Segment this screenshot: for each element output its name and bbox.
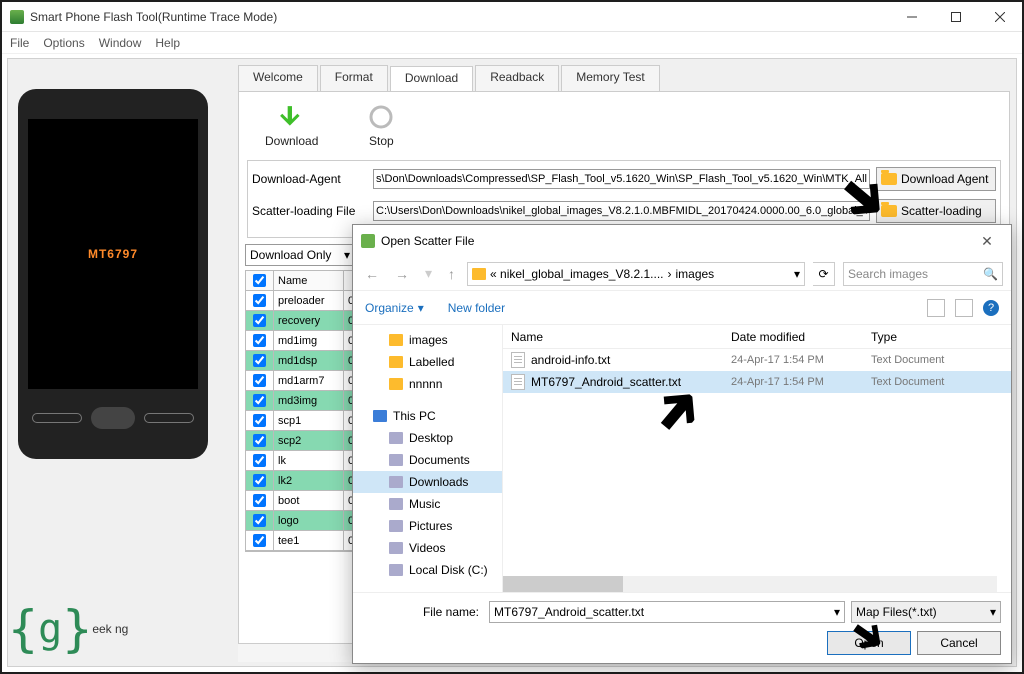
menu-bar: File Options Window Help [2, 32, 1022, 54]
search-icon: 🔍 [983, 267, 998, 281]
folder-icon [881, 205, 897, 217]
tab-format[interactable]: Format [320, 65, 388, 91]
column-date[interactable]: Date modified [723, 330, 863, 344]
nav-forward-button[interactable]: → [391, 264, 413, 284]
chevron-down-icon[interactable]: ▾ [794, 267, 800, 281]
cancel-button[interactable]: Cancel [917, 631, 1001, 655]
view-mode-button[interactable] [927, 299, 945, 317]
scatter-file-label: Scatter-loading File [252, 204, 367, 218]
filename-label: File name: [363, 605, 483, 619]
dialog-close-button[interactable]: ✕ [971, 233, 1003, 250]
nav-up-button[interactable]: ↑ [444, 264, 459, 284]
tab-memorytest[interactable]: Memory Test [561, 65, 659, 91]
menu-file[interactable]: File [10, 36, 29, 50]
scatter-file-input[interactable] [373, 201, 870, 221]
tree-item[interactable]: This PC [353, 405, 502, 427]
filename-input[interactable]: MT6797_Android_scatter.txt ▾ [489, 601, 845, 623]
main-tabs: Welcome Format Download Readback Memory … [238, 65, 662, 91]
tab-download[interactable]: Download [390, 66, 473, 92]
path-breadcrumb[interactable]: « nikel_global_images_V8.2.1.... › image… [467, 262, 805, 286]
tree-item[interactable]: Videos [353, 537, 502, 559]
folder-icon [472, 268, 486, 280]
horizontal-scrollbar[interactable] [503, 576, 997, 592]
stop-icon [368, 104, 394, 130]
download-agent-label: Download-Agent [252, 172, 367, 186]
search-input[interactable]: Search images 🔍 [843, 262, 1003, 286]
download-agent-button[interactable]: Download Agent [876, 167, 996, 191]
tree-item[interactable]: nnnnn [353, 373, 502, 395]
phone-home-icon [91, 407, 135, 429]
grid-checkall[interactable] [246, 271, 274, 291]
chevron-down-icon: ▾ [344, 248, 350, 262]
file-row[interactable]: android-info.txt24-Apr-17 1:54 PMText Do… [503, 349, 1011, 371]
watermark-logo: {g}eek ng [8, 600, 128, 658]
menu-window[interactable]: Window [99, 36, 142, 50]
column-name[interactable]: Name [503, 330, 723, 344]
column-type[interactable]: Type [863, 330, 1011, 344]
menu-help[interactable]: Help [155, 36, 180, 50]
file-list: Name Date modified Type android-info.txt… [503, 325, 1011, 592]
refresh-button[interactable]: ⟳ [813, 262, 835, 286]
pane-toolbar: Download Stop [245, 98, 1003, 160]
grid-header-name: Name [274, 271, 344, 291]
nav-back-button[interactable]: ← [361, 264, 383, 284]
help-button[interactable]: ? [983, 300, 999, 316]
window-title: Smart Phone Flash Tool(Runtime Trace Mod… [30, 10, 890, 24]
minimize-button[interactable] [890, 2, 934, 32]
chip-label: MT6797 [88, 247, 138, 261]
phone-menu-icon [32, 413, 82, 423]
chevron-down-icon: ▾ [834, 605, 840, 619]
phone-screen: MT6797 [28, 119, 198, 389]
tree-item[interactable]: Music [353, 493, 502, 515]
download-agent-input[interactable] [373, 169, 870, 189]
scatter-loading-button[interactable]: Scatter-loading [876, 199, 996, 223]
download-arrow-icon [279, 104, 305, 130]
tree-item[interactable]: Desktop [353, 427, 502, 449]
tree-item[interactable]: images [353, 329, 502, 351]
tree-item[interactable]: Documents [353, 449, 502, 471]
tree-item[interactable]: Local Disk (C:) [353, 559, 502, 581]
close-button[interactable] [978, 2, 1022, 32]
tab-readback[interactable]: Readback [475, 65, 559, 91]
tree-item[interactable]: Downloads [353, 471, 502, 493]
nav-recent-button[interactable]: ▾ [421, 263, 436, 284]
tree-item[interactable]: Pictures [353, 515, 502, 537]
app-icon [10, 10, 24, 24]
stop-button[interactable]: Stop [368, 104, 394, 148]
preview-pane-button[interactable] [955, 299, 973, 317]
organize-menu[interactable]: Organize▾ [365, 301, 424, 315]
dialog-app-icon [361, 234, 375, 248]
maximize-button[interactable] [934, 2, 978, 32]
open-file-dialog: Open Scatter File ✕ ← → ▾ ↑ « nikel_glob… [352, 224, 1012, 664]
new-folder-button[interactable]: New folder [448, 301, 505, 315]
phone-back-icon [144, 413, 194, 423]
title-bar: Smart Phone Flash Tool(Runtime Trace Mod… [2, 2, 1022, 32]
phone-preview: MT6797 [18, 89, 208, 459]
chevron-down-icon: ▾ [990, 605, 996, 619]
file-row[interactable]: MT6797_Android_scatter.txt24-Apr-17 1:54… [503, 371, 1011, 393]
tab-welcome[interactable]: Welcome [238, 65, 318, 91]
download-mode-combo[interactable]: Download Only ▾ [245, 244, 355, 266]
dialog-title: Open Scatter File [381, 234, 971, 248]
chevron-down-icon: ▾ [418, 301, 424, 315]
tree-item[interactable]: Labelled [353, 351, 502, 373]
menu-options[interactable]: Options [43, 36, 84, 50]
download-button[interactable]: Download [265, 104, 318, 148]
folder-tree[interactable]: imagesLabellednnnnn This PCDesktopDocumen… [353, 325, 503, 592]
